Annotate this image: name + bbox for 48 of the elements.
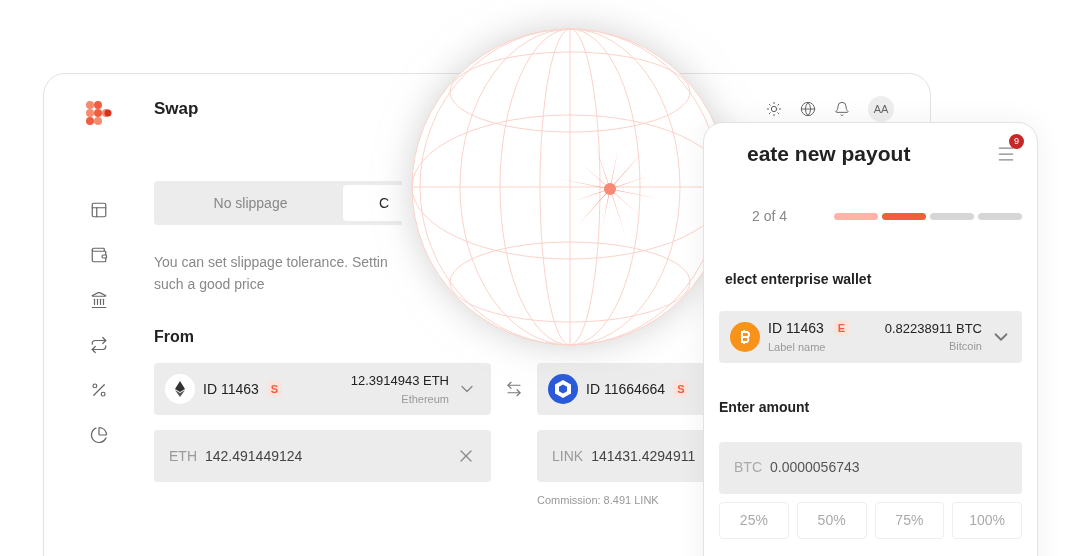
swap-icon[interactable] bbox=[505, 380, 523, 398]
amount-value: 142.491449124 bbox=[205, 446, 303, 466]
slippage-hint: You can set slippage tolerance. Settin such a good price bbox=[154, 253, 388, 294]
wallet-id: ID 11664664 bbox=[586, 379, 666, 399]
wallet-id: ID 11463 bbox=[768, 318, 824, 338]
amount-value: 141431.4294911 bbox=[591, 446, 696, 466]
wallet-network: Bitcoin bbox=[948, 339, 982, 354]
wallet-section-label: elect enterprise wallet bbox=[725, 269, 872, 289]
page-title: Swap bbox=[154, 98, 199, 121]
currency-label: BTC bbox=[734, 458, 762, 477]
pie-chart-icon[interactable] bbox=[90, 426, 108, 444]
chainlink-icon bbox=[548, 374, 578, 404]
bell-icon[interactable] bbox=[834, 101, 850, 117]
step-counter: 2 of 4 bbox=[752, 206, 788, 226]
from-wallet-select[interactable]: ID 11463 S 12.3914943 ETH Ethereum bbox=[154, 363, 491, 415]
wallet-network: Ethereum bbox=[401, 391, 449, 407]
percent-icon[interactable] bbox=[90, 381, 108, 399]
commission-note: Commission: 8.491 LINK bbox=[537, 493, 659, 508]
globe-icon[interactable] bbox=[800, 101, 816, 117]
card-title: eate new payout bbox=[747, 141, 911, 167]
to-wallet-select[interactable]: ID 11664664 S bbox=[537, 363, 703, 415]
from-label: From bbox=[154, 327, 194, 347]
wallet-balance: 12.3914943 ETH bbox=[350, 372, 449, 390]
enterprise-wallet-select[interactable]: ID 11463 E Label name 0.82238911 BTC Bitcoin bbox=[719, 310, 1022, 363]
sun-icon[interactable] bbox=[766, 101, 782, 117]
user-avatar[interactable]: AA bbox=[868, 96, 894, 122]
from-amount-field[interactable]: ETH 142.491449124 bbox=[154, 430, 491, 482]
wallet-icon[interactable] bbox=[90, 246, 108, 264]
logo-icon bbox=[86, 101, 112, 127]
bitcoin-icon bbox=[730, 321, 760, 352]
wallet-balance: 0.82238911 BTC bbox=[884, 319, 982, 338]
ethereum-icon bbox=[165, 374, 195, 404]
currency-label: ETH bbox=[169, 446, 197, 466]
wallet-label: Label name bbox=[768, 339, 827, 355]
currency-label: LINK bbox=[552, 446, 584, 466]
wallet-id: ID 11463 bbox=[203, 379, 259, 399]
slippage-tab[interactable]: C bbox=[343, 185, 402, 221]
to-amount-field[interactable]: LINK 141431.4294911 bbox=[537, 430, 703, 482]
bank-icon[interactable] bbox=[90, 291, 108, 309]
notification-badge: 9 bbox=[1009, 133, 1024, 149]
wallet-badge: S bbox=[266, 381, 283, 397]
exchange-icon[interactable] bbox=[90, 336, 108, 354]
amount-value: 0.0000056743 bbox=[770, 458, 860, 477]
amount-section-label: Enter amount bbox=[719, 397, 810, 417]
wallet-badge: E bbox=[833, 320, 850, 337]
dashboard-icon[interactable] bbox=[90, 201, 108, 219]
payout-amount-field[interactable]: BTC 0.0000056743 bbox=[719, 441, 1022, 494]
wallet-badge: S bbox=[673, 381, 689, 397]
